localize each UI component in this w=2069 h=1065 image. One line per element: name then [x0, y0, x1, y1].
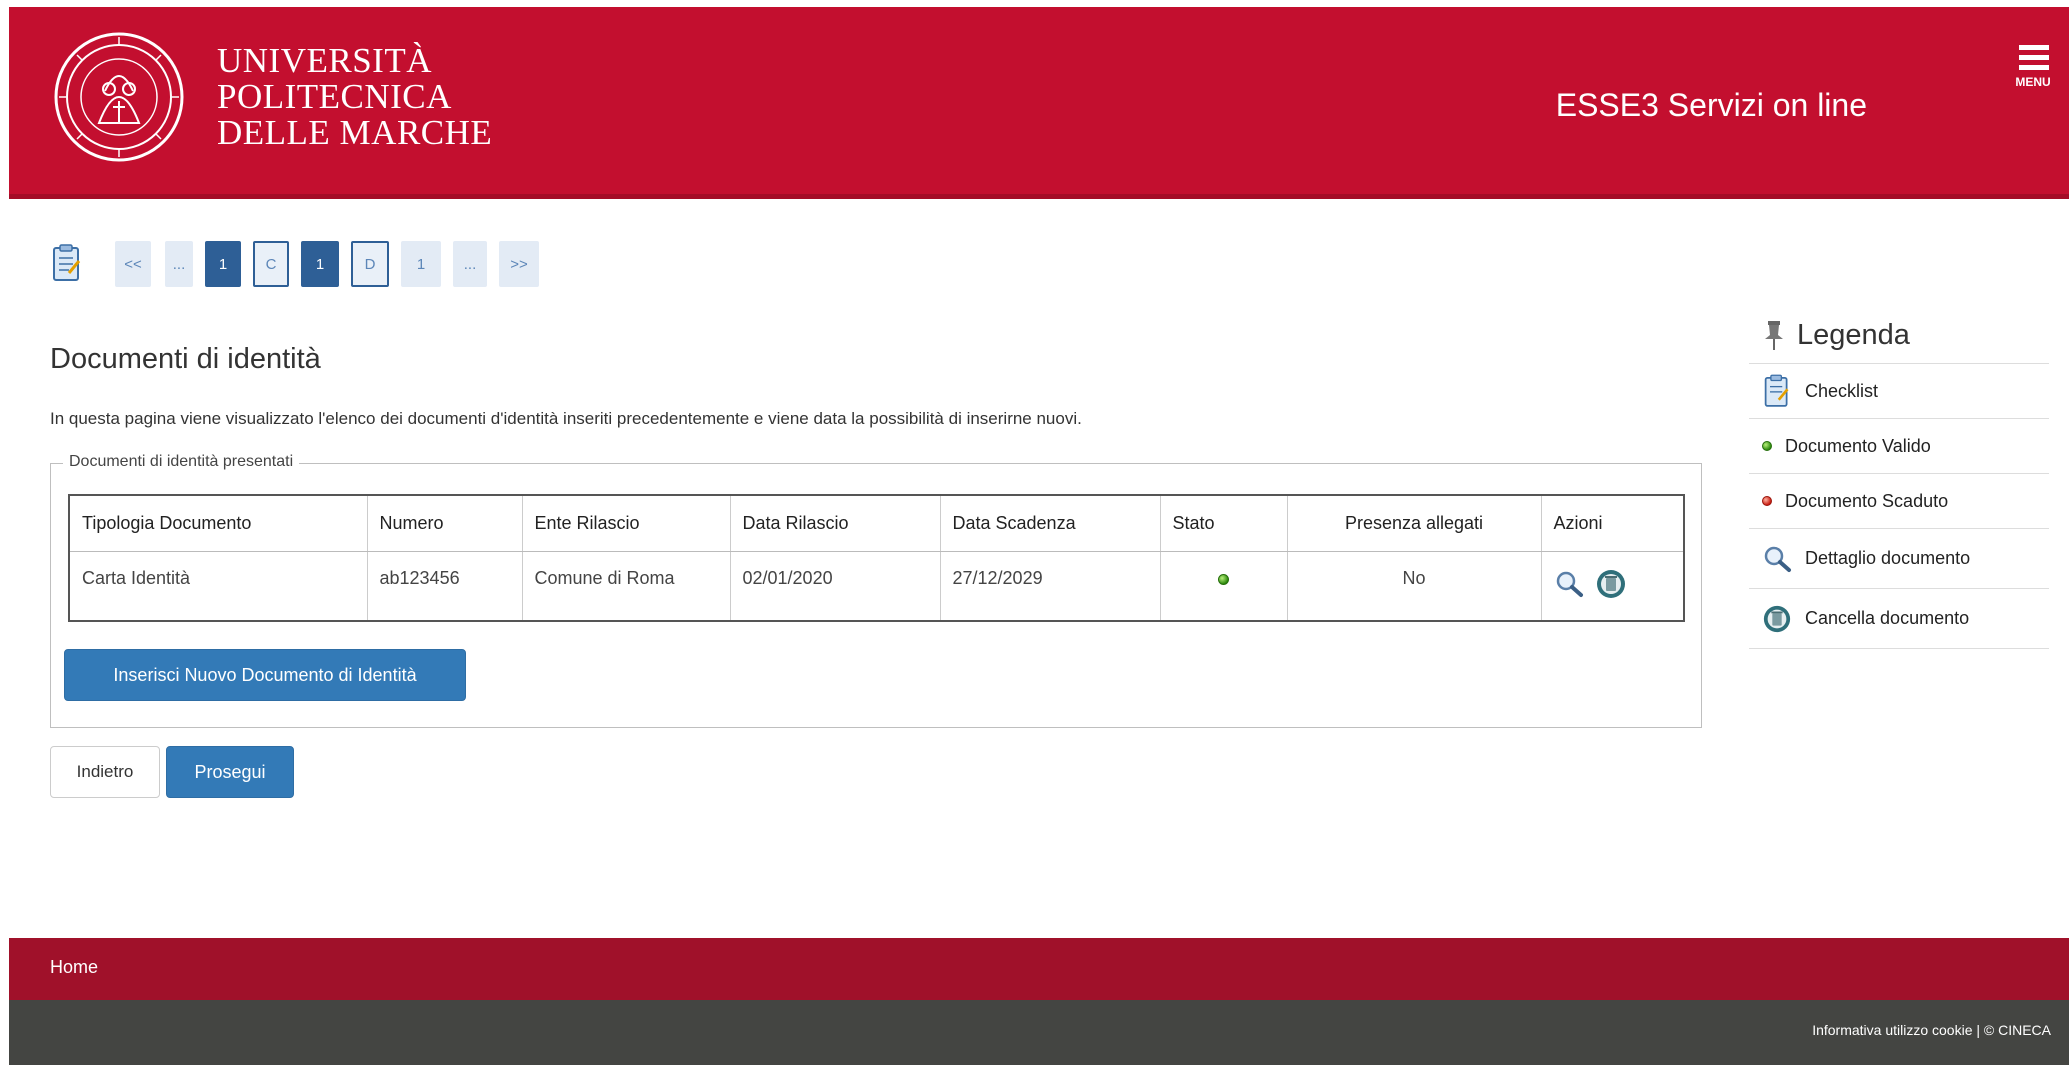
- page-title: Documenti di identità: [50, 343, 321, 375]
- legend-label: Checklist: [1805, 380, 1879, 401]
- col-data-rilascio: Data Rilascio: [730, 495, 941, 552]
- pin-icon: [1765, 321, 1783, 350]
- legend-item-checklist: Checklist: [1749, 364, 2049, 419]
- legend-label: Documento Scaduto: [1785, 490, 1949, 511]
- footer-nav: Home: [9, 938, 2069, 1000]
- logo-line-1: UNIVERSITÀ: [217, 41, 432, 80]
- menu-button[interactable]: MENU: [2005, 43, 2061, 107]
- valid-status-icon: [1218, 573, 1229, 585]
- site-header: UNIVERSITÀ POLITECNICA DELLE MARCHE ESSE…: [9, 7, 2069, 199]
- legend-title: Legenda: [1749, 307, 2049, 364]
- cell-numero: ab123456: [367, 551, 523, 621]
- step-ellipsis-right[interactable]: ...: [453, 241, 487, 287]
- step-first[interactable]: <<: [115, 241, 151, 287]
- step-ellipsis-left[interactable]: ...: [165, 241, 193, 287]
- col-ente: Ente Rilascio: [522, 495, 731, 552]
- col-numero: Numero: [367, 495, 523, 552]
- cookie-info-link[interactable]: Informativa utilizzo cookie | © CINECA: [1812, 1022, 2051, 1038]
- hamburger-icon-bar: [2019, 65, 2049, 70]
- red-dot-icon: [1762, 496, 1772, 506]
- service-title: ESSE3 Servizi on line: [1555, 87, 1867, 123]
- page-intro: In questa pagina viene visualizzato l'el…: [50, 409, 1082, 428]
- green-dot-icon: [1762, 441, 1772, 451]
- magnifier-icon[interactable]: [1554, 569, 1584, 599]
- step-d[interactable]: D: [351, 241, 389, 287]
- logo-line-3: DELLE MARCHE: [217, 113, 493, 152]
- col-azioni: Azioni: [1541, 495, 1684, 552]
- step-1-b[interactable]: 1: [301, 241, 339, 287]
- menu-label: MENU: [2015, 75, 2051, 89]
- trash-icon: [1763, 605, 1791, 632]
- table-header-row: Tipologia Documento Numero Ente Rilascio…: [69, 495, 1684, 552]
- logo-line-2: POLITECNICA: [217, 77, 452, 116]
- magnifier-icon: [1764, 546, 1791, 572]
- trash-icon[interactable]: [1595, 568, 1627, 600]
- documents-fieldset: Documenti di identità presentati Tipolog…: [50, 453, 1702, 728]
- step-1-c[interactable]: 1: [401, 241, 441, 287]
- documents-table: Tipologia Documento Numero Ente Rilascio…: [68, 494, 1685, 622]
- footer-home-link[interactable]: Home: [50, 957, 98, 978]
- fieldset-legend: Documenti di identità presentati: [63, 453, 300, 471]
- cell-azioni: [1541, 551, 1684, 621]
- step-last[interactable]: >>: [499, 241, 539, 287]
- legend-item-expired: Documento Scaduto: [1749, 474, 2049, 529]
- legend-item-detail: Dettaglio documento: [1749, 529, 2049, 589]
- university-name[interactable]: UNIVERSITÀ POLITECNICA DELLE MARCHE: [217, 43, 492, 151]
- col-stato: Stato: [1160, 495, 1288, 552]
- university-seal-icon[interactable]: [53, 31, 185, 163]
- step-c[interactable]: C: [253, 241, 289, 287]
- legend-label: Cancella documento: [1805, 608, 1970, 628]
- legend-label: Documento Valido: [1785, 435, 1931, 456]
- cell-data-scadenza: 27/12/2029: [940, 551, 1161, 621]
- checklist-icon: [1764, 374, 1789, 407]
- hamburger-icon-bar: [2019, 55, 2049, 60]
- legend-panel: Legenda Checklist Documento Valido Docum…: [1749, 307, 2049, 649]
- step-1-a[interactable]: 1: [205, 241, 241, 287]
- hamburger-icon: [2019, 45, 2049, 50]
- legend-item-delete: Cancella documento: [1749, 589, 2049, 649]
- col-allegati: Presenza allegati: [1287, 495, 1542, 552]
- cell-data-rilascio: 02/01/2020: [730, 551, 941, 621]
- cell-ente: Comune di Roma: [522, 551, 731, 621]
- checklist-icon[interactable]: [51, 243, 83, 283]
- table-row: Carta Identità ab123456 Comune di Roma 0…: [69, 551, 1684, 621]
- back-button[interactable]: Indietro: [50, 746, 160, 798]
- legend-label: Dettaglio documento: [1805, 548, 1971, 568]
- legend-title-text: Legenda: [1797, 318, 1910, 351]
- footer-bottom: Informativa utilizzo cookie | © CINECA: [9, 1000, 2069, 1065]
- next-button[interactable]: Prosegui: [166, 746, 294, 798]
- col-data-scadenza: Data Scadenza: [940, 495, 1161, 552]
- cell-stato: [1160, 551, 1288, 621]
- insert-document-button[interactable]: Inserisci Nuovo Documento di Identità: [64, 649, 466, 701]
- cell-tipologia: Carta Identità: [69, 551, 368, 621]
- cell-allegati: No: [1287, 551, 1542, 621]
- col-tipologia: Tipologia Documento: [69, 495, 368, 552]
- legend-item-valid: Documento Valido: [1749, 419, 2049, 474]
- page: UNIVERSITÀ POLITECNICA DELLE MARCHE ESSE…: [9, 7, 2069, 1065]
